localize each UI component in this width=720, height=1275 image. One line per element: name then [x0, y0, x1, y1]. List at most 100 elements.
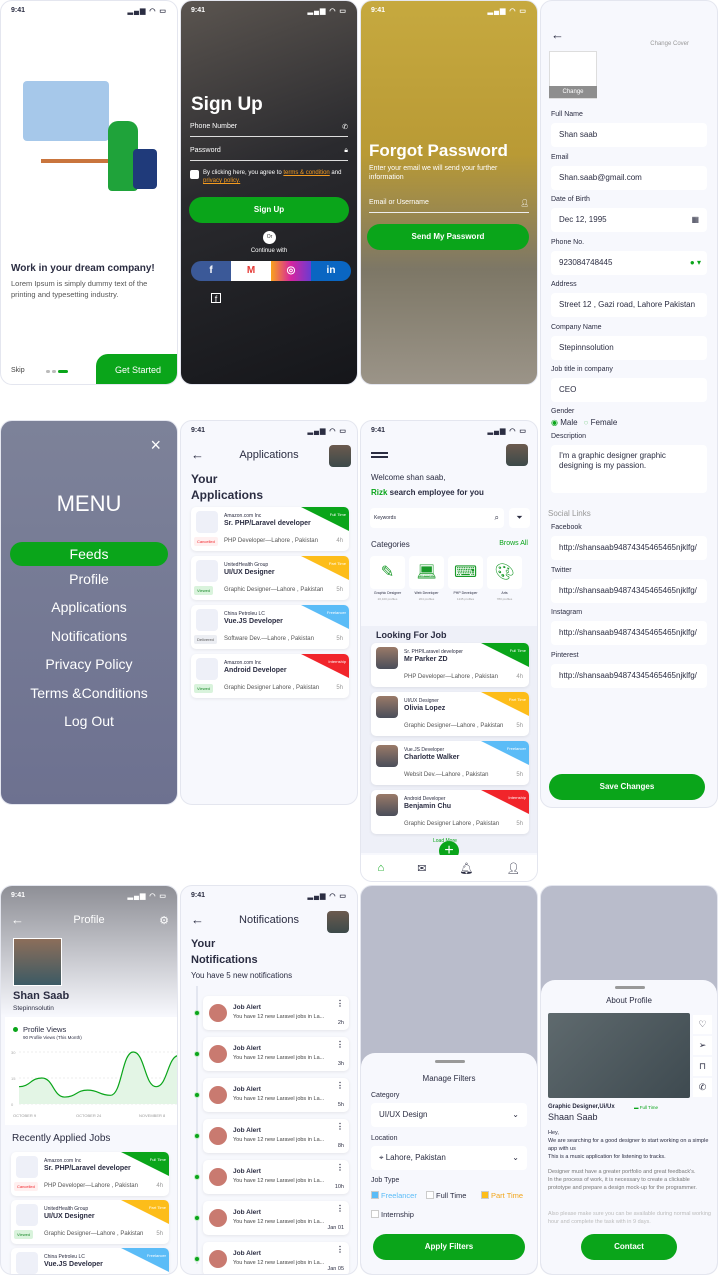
get-started-button[interactable]: Get Started: [96, 354, 177, 384]
change-cover-button[interactable]: Change Cover: [650, 41, 689, 47]
application-card[interactable]: UnitedHealth Group UI/UX Designer Viewed Gr…: [191, 556, 349, 600]
skip-button[interactable]: Skip: [11, 367, 25, 374]
search-icon[interactable]: ⌕: [495, 508, 499, 528]
notification-item[interactable]: Job Alert You have 12 new Laravel jobs in…: [203, 1119, 349, 1153]
more-icon[interactable]: ⋮: [336, 999, 344, 1008]
more-icon[interactable]: ⋮: [336, 1245, 344, 1254]
facebook-icon[interactable]: f: [191, 261, 231, 281]
notification-item[interactable]: Job Alert You have 12 new Laravel jobs in…: [203, 1078, 349, 1112]
radio-male[interactable]: ◉ Male: [551, 418, 578, 427]
field-company-name[interactable]: Stepinnsolution: [551, 335, 707, 360]
field-job-title-in-company[interactable]: CEO: [551, 378, 707, 402]
radio-female[interactable]: ○ Female: [584, 418, 618, 427]
hamburger-icon[interactable]: [371, 452, 388, 458]
save-changes-button[interactable]: Save Changes: [549, 774, 705, 800]
send-password-button[interactable]: Send My Password: [367, 224, 529, 250]
social-field[interactable]: http://shansaab94874345465465njklfg/: [551, 536, 707, 560]
checkbox[interactable]: [481, 1191, 489, 1199]
checkbox[interactable]: [426, 1191, 434, 1199]
field-full-name[interactable]: Shan saab: [551, 123, 707, 147]
search-input[interactable]: Keywords ⌕: [370, 508, 504, 528]
terms-link[interactable]: terms & condition: [283, 170, 329, 176]
more-icon[interactable]: ⋮: [336, 1204, 344, 1213]
phone-icon[interactable]: ✆: [693, 1078, 712, 1097]
application-card[interactable]: China Petroleu LCVue.JS DeveloperDeliver…: [11, 1248, 169, 1274]
bookmark-icon[interactable]: ⊓: [693, 1057, 712, 1076]
jobtype-freelancer[interactable]: Freelancer: [371, 1191, 417, 1200]
menu-item-profile[interactable]: Profile: [1, 571, 177, 587]
avatar[interactable]: [327, 911, 349, 933]
sheet-handle[interactable]: [615, 986, 645, 989]
linkedin-icon[interactable]: in: [311, 261, 351, 281]
avatar[interactable]: [329, 445, 351, 467]
menu-item-feeds[interactable]: Feeds: [10, 542, 168, 566]
country-select[interactable]: ● ▾: [690, 251, 701, 275]
category-graphic-designer[interactable]: ✎: [370, 556, 405, 589]
field-phone-no-[interactable]: 923084748445 ● ▾: [551, 250, 707, 275]
filter-button[interactable]: ⏷: [509, 508, 530, 528]
send-icon[interactable]: ➢: [693, 1036, 712, 1055]
more-icon[interactable]: ⋮: [336, 1081, 344, 1090]
more-icon[interactable]: ⋮: [336, 1040, 344, 1049]
back-arrow-icon[interactable]: ←: [551, 27, 564, 42]
password-field[interactable]: Password 🔒︎: [190, 147, 348, 161]
application-card[interactable]: China Petroleu LCVue.JS DeveloperDeliver…: [191, 605, 349, 649]
jobtype-internship[interactable]: Internship: [371, 1210, 414, 1219]
field-date-of-birth[interactable]: Dec 12, 1995 ▦: [551, 208, 707, 232]
phone-field[interactable]: Phone Number ✆: [190, 123, 348, 137]
menu-item-privacy-policy[interactable]: Privacy Policy: [1, 656, 177, 672]
user-icon[interactable]: 👤︎: [507, 862, 521, 875]
category-web-developer[interactable]: 💻︎: [409, 556, 444, 589]
candidate-card[interactable]: Android Developer Benjamin Chu Graphic Des…: [371, 790, 529, 834]
close-icon[interactable]: ×: [150, 435, 161, 456]
description-textarea[interactable]: I'm a graphic designer graphic designing…: [551, 445, 707, 493]
notification-item[interactable]: Job Alert You have 12 new Laravel jobs in…: [203, 1201, 349, 1235]
heart-icon[interactable]: ♡: [693, 1015, 712, 1034]
category-arts[interactable]: 🎨︎: [487, 556, 522, 589]
notification-item[interactable]: Job Alert You have 12 new Laravel jobs in…: [203, 1160, 349, 1194]
category-php-developer[interactable]: ⌨: [448, 556, 483, 589]
application-card[interactable]: UnitedHealth Group UI/UX Designer Viewed Gr…: [11, 1200, 169, 1244]
menu-item-notifications[interactable]: Notifications: [1, 628, 177, 644]
settings-icon[interactable]: ⚙: [159, 914, 169, 927]
application-card[interactable]: Amazon.com Inc Sr. PHP/Laravel developer C…: [191, 507, 349, 551]
checkbox[interactable]: [371, 1210, 379, 1218]
agree-checkbox[interactable]: [190, 170, 199, 179]
social-field[interactable]: http://shansaab94874345465465njklfg/: [551, 621, 707, 645]
notification-item[interactable]: Job Alert You have 12 new Laravel jobs in…: [203, 1242, 349, 1274]
application-card[interactable]: Amazon.com Inc Sr. PHP/Laravel developer C…: [11, 1152, 169, 1196]
avatar[interactable]: [506, 444, 528, 466]
field-address[interactable]: Street 12 , Gazi road, Lahore Pakistan: [551, 293, 707, 317]
facebook-icon[interactable]: f: [211, 293, 221, 304]
location-select[interactable]: ⌖ Lahore, Pakistan ⌄: [371, 1146, 527, 1170]
home-icon[interactable]: ⌂: [378, 862, 385, 874]
candidate-card[interactable]: Sr. PHP/Laravel developer Mr Parker ZD PHP…: [371, 643, 529, 687]
menu-item-log-out[interactable]: Log Out: [1, 713, 177, 729]
instagram-icon[interactable]: ◎: [271, 261, 311, 281]
menu-item-terms-conditions[interactable]: Terms &Conditions: [1, 685, 177, 701]
field-email[interactable]: Shan.saab@gmail.com: [551, 165, 707, 190]
mail-icon[interactable]: ✉: [417, 862, 426, 875]
email-field[interactable]: Email or Username 👤︎: [369, 199, 529, 213]
category-select[interactable]: UI/UX Design ⌄: [371, 1103, 527, 1127]
bell-icon[interactable]: 🔔︎: [459, 862, 473, 875]
contact-button[interactable]: Contact: [581, 1234, 677, 1260]
jobtype-full-time[interactable]: Full Time: [426, 1191, 466, 1200]
gmail-icon[interactable]: M: [231, 261, 271, 281]
privacy-link[interactable]: privacy policy.: [203, 178, 240, 184]
signup-button[interactable]: Sign Up: [189, 197, 349, 223]
apply-filters-button[interactable]: Apply Filters: [373, 1234, 525, 1260]
more-icon[interactable]: ⋮: [336, 1122, 344, 1131]
jobtype-part-time[interactable]: Part Time: [481, 1191, 523, 1200]
notification-item[interactable]: Job Alert You have 12 new Laravel jobs in…: [203, 1037, 349, 1071]
calendar-icon[interactable]: ▦: [691, 208, 699, 232]
social-field[interactable]: http://shansaab94874345465465njklfg/: [551, 578, 707, 603]
checkbox[interactable]: [371, 1191, 379, 1199]
notification-item[interactable]: Job Alert You have 12 new Laravel jobs in…: [203, 996, 349, 1030]
candidate-card[interactable]: UI/UX Designer Olivia Lopez Graphic Design…: [371, 692, 529, 736]
menu-item-applications[interactable]: Applications: [1, 599, 177, 615]
browse-all-link[interactable]: Brows All: [499, 540, 528, 547]
sheet-handle[interactable]: [435, 1060, 465, 1063]
application-card[interactable]: Amazon.com Inc Android Developer Viewed Gra…: [191, 654, 349, 698]
more-icon[interactable]: ⋮: [336, 1163, 344, 1172]
